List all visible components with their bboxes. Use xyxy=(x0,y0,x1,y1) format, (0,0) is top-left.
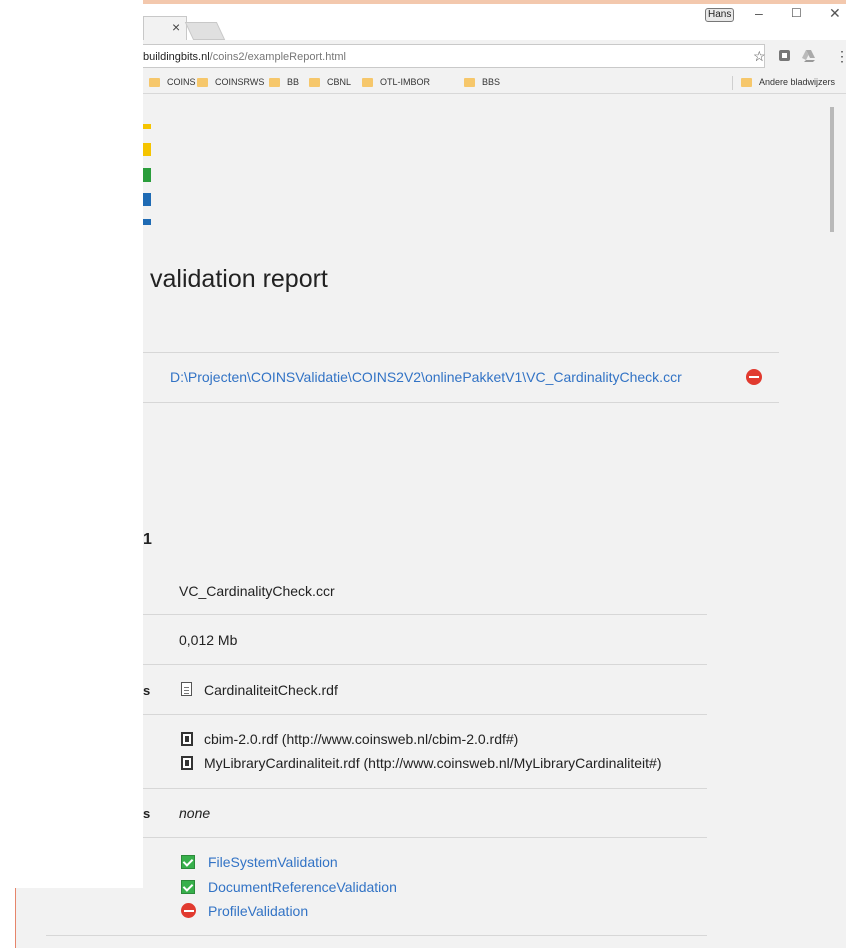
page-content-lower xyxy=(15,888,846,948)
bookmark-label: COINSRWS xyxy=(215,77,265,87)
bookmark-label: COINS xyxy=(167,77,196,87)
library-book-icon xyxy=(181,756,193,770)
validation-link[interactable]: ProfileValidation xyxy=(208,903,308,919)
folder-icon xyxy=(149,77,160,87)
bookmarks-bar: COINS COINSRWS BB CBNL OTL-IMBOR BBS And… xyxy=(143,72,846,94)
content-file-value: CardinaliteitCheck.rdf xyxy=(204,682,338,698)
address-bar-row: buildingbits.nl/coins2/exampleReport.htm… xyxy=(143,40,846,72)
scrollbar-track[interactable] xyxy=(832,94,846,888)
other-bookmarks-label: Andere bladwijzers xyxy=(759,77,836,87)
minimize-icon[interactable]: – xyxy=(755,4,763,22)
error-status-icon xyxy=(181,903,196,918)
error-status-icon xyxy=(746,369,762,385)
library-item: MyLibraryCardinaliteit.rdf (http://www.c… xyxy=(204,755,662,771)
divider xyxy=(143,788,707,789)
validation-link[interactable]: DocumentReferenceValidation xyxy=(208,879,397,895)
divider xyxy=(143,714,707,715)
new-tab-button[interactable] xyxy=(184,22,226,40)
folder-icon xyxy=(741,77,752,87)
bookmark-label: OTL-IMBOR xyxy=(380,77,431,87)
attachments-label: s xyxy=(143,806,151,821)
bookmark-bbs[interactable]: BBS xyxy=(464,77,500,87)
maximize-icon[interactable]: ☐ xyxy=(791,4,802,22)
page-title: validation report xyxy=(150,265,328,293)
divider xyxy=(143,837,707,838)
tab-close-icon[interactable]: × xyxy=(172,18,180,36)
file-name-value: VC_CardinalityCheck.ccr xyxy=(179,583,335,599)
browser-tab[interactable] xyxy=(143,16,187,40)
close-window-icon[interactable]: ✕ xyxy=(829,4,841,22)
attachments-value: none xyxy=(179,805,211,821)
logo-stripe xyxy=(143,124,151,129)
file-size-value: 0,012 Mb xyxy=(179,632,238,648)
browser-menu-icon[interactable]: ⋮ xyxy=(835,48,846,64)
extension-icon[interactable] xyxy=(778,49,791,65)
drive-extension-icon[interactable] xyxy=(802,49,815,65)
scrollbar-thumb[interactable] xyxy=(830,107,834,232)
url-domain: buildingbits.nl xyxy=(143,51,210,63)
bookmark-otl-imbor[interactable]: OTL-IMBOR xyxy=(362,77,430,87)
bookmark-label: CBNL xyxy=(327,77,352,87)
divider xyxy=(143,614,707,615)
other-bookmarks[interactable]: Andere bladwijzers xyxy=(741,77,835,87)
bookmark-coinsrws[interactable]: COINSRWS xyxy=(197,77,264,87)
check-icon xyxy=(181,855,195,869)
logo-stripe xyxy=(143,193,151,206)
divider xyxy=(143,402,779,403)
window-top-border xyxy=(143,0,846,4)
folder-icon xyxy=(309,77,320,87)
logo-stripe xyxy=(143,219,151,225)
folder-icon xyxy=(197,77,208,87)
bookmark-label: BB xyxy=(287,77,300,87)
bookmarks-separator xyxy=(732,76,733,90)
divider xyxy=(143,352,779,353)
bookmark-star-icon[interactable]: ☆ xyxy=(753,48,766,64)
library-item: cbim-2.0.rdf (http://www.coinsweb.nl/cbi… xyxy=(204,731,519,747)
check-icon xyxy=(181,880,195,894)
profile-button[interactable]: Hans xyxy=(705,8,735,22)
screenshot: × Hans – ☐ ✕ buildingbits.nl/coins2/exam… xyxy=(0,0,846,948)
logo-stripe xyxy=(143,143,151,156)
bookmark-cbnl[interactable]: CBNL xyxy=(309,77,351,87)
validation-link[interactable]: FileSystemValidation xyxy=(208,854,338,870)
bookmark-label: BBS xyxy=(482,77,501,87)
library-book-icon xyxy=(181,732,193,746)
divider xyxy=(46,935,707,936)
url-text[interactable]: buildingbits.nl/coins2/exampleReport.htm… xyxy=(143,51,346,63)
url-path: /coins2/exampleReport.html xyxy=(209,51,346,63)
bookmark-bb[interactable]: BB xyxy=(269,77,299,87)
folder-icon xyxy=(362,77,373,87)
browser-tab-strip: × Hans – ☐ ✕ xyxy=(0,0,846,40)
content-label: s xyxy=(143,683,151,698)
bookmark-coins[interactable]: COINS xyxy=(149,77,196,87)
document-icon xyxy=(181,682,192,696)
folder-icon xyxy=(464,77,475,87)
container-path-link[interactable]: D:\Projecten\COINSValidatie\COINS2V2\onl… xyxy=(170,369,682,385)
divider xyxy=(143,664,707,665)
folder-icon xyxy=(269,77,280,87)
section-heading: 1 xyxy=(143,531,152,548)
logo-stripe xyxy=(143,168,151,182)
